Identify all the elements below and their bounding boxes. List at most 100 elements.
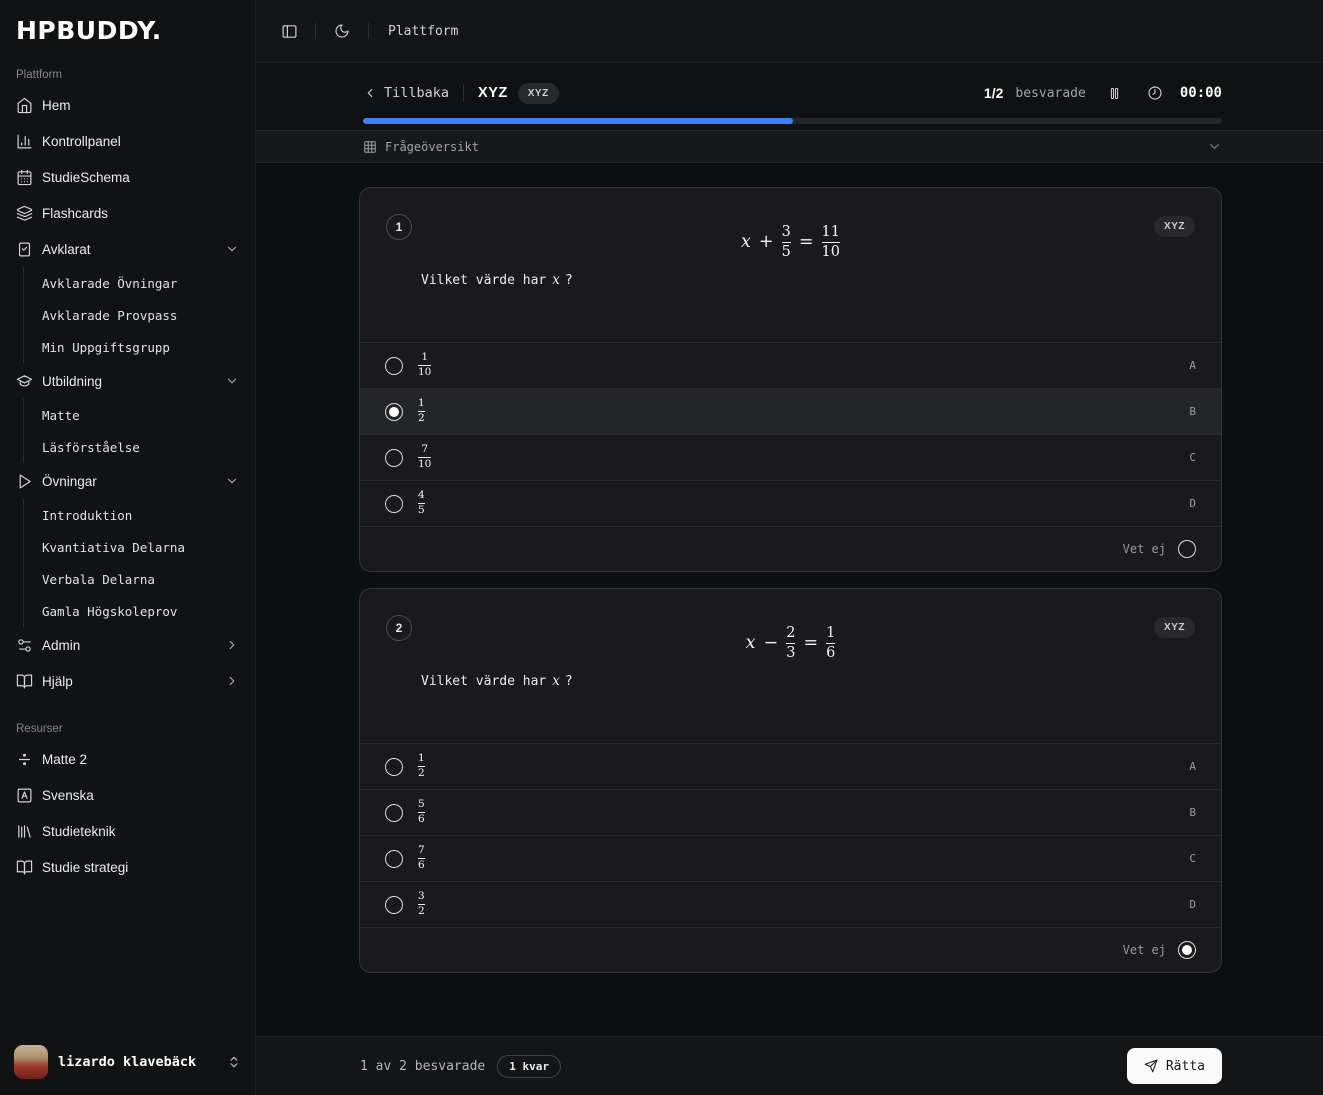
- user-menu[interactable]: lizardo klavebäck: [0, 1033, 255, 1095]
- sidebar-item-avklarade-ovningar[interactable]: Avklarade Övningar: [42, 267, 255, 299]
- sidebar-item-avklarat[interactable]: Avklarat: [0, 231, 255, 267]
- sidebar-item-avklarade-provpass[interactable]: Avklarade Provpass: [42, 299, 255, 331]
- math-variable: x: [552, 272, 560, 288]
- sidebar-item-label: Studie strategi: [42, 860, 128, 875]
- fraction-numerator: 3: [418, 891, 425, 903]
- sidebar-item-gamla-hogskoleprov[interactable]: Gamla Högskoleprov: [42, 595, 255, 627]
- remaining-badge: 1 kvar: [497, 1055, 561, 1078]
- option-row-c[interactable]: 7 10 C: [360, 434, 1221, 480]
- sidebar-item-studie-strategi[interactable]: Studie strategi: [0, 849, 255, 885]
- fraction-denominator: 6: [418, 814, 425, 826]
- fraction-bar: [826, 643, 835, 644]
- option-row-a[interactable]: 1 10 A: [360, 342, 1221, 388]
- math-equals: =: [799, 232, 814, 252]
- radio-unchecked[interactable]: [1178, 540, 1196, 558]
- sidebar-item-flashcards[interactable]: Flashcards: [0, 195, 255, 231]
- radio-unchecked[interactable]: [385, 896, 403, 914]
- quiz-title: XYZ: [478, 85, 508, 101]
- quiz-header: Tillbaka XYZ XYZ 1/2 besvarade 00:00: [256, 63, 1323, 130]
- radio-checked[interactable]: [1178, 941, 1196, 959]
- avatar: [14, 1045, 48, 1079]
- fraction-denominator: 2: [418, 413, 425, 425]
- fraction: 3 5: [782, 224, 791, 260]
- sidebar-item-lasforstaelse[interactable]: Läsförståelse: [42, 431, 255, 463]
- sidebar-item-introduktion[interactable]: Introduktion: [42, 499, 255, 531]
- math-variable: x: [741, 232, 751, 252]
- question-overview-toggle[interactable]: Frågeöversikt: [256, 130, 1323, 163]
- option-fraction: 7 10: [418, 444, 431, 470]
- prompt-text: Vilket värde har: [421, 273, 546, 288]
- math-operator: +: [759, 232, 774, 252]
- option-row-c[interactable]: 7 6 C: [360, 835, 1221, 881]
- sidebar-item-verbala-delarna[interactable]: Verbala Delarna: [42, 563, 255, 595]
- fraction: 11 10: [822, 224, 840, 260]
- panel-left-icon[interactable]: [276, 18, 302, 44]
- questions-scroll-area[interactable]: 1 XYZ x + 3 5 = 11: [256, 163, 1323, 1036]
- sidebar-section-platform: Plattform: [0, 69, 255, 81]
- question-number-badge: 2: [386, 615, 412, 641]
- fraction-denominator: 2: [418, 906, 425, 918]
- option-row-b[interactable]: 1 2 B: [360, 388, 1221, 434]
- option-fraction: 1 2: [418, 753, 425, 779]
- question-tag-badge: XYZ: [1154, 216, 1195, 237]
- answered-label: besvarade: [1015, 86, 1085, 101]
- equation: x + 3 5 = 11 10: [741, 224, 840, 260]
- fraction-numerator: 3: [782, 224, 791, 240]
- radio-unchecked[interactable]: [385, 495, 403, 513]
- submit-button[interactable]: Rätta: [1127, 1048, 1222, 1084]
- sidebar-item-studieteknik[interactable]: Studieteknik: [0, 813, 255, 849]
- sidebar-item-studieschema[interactable]: StudieSchema: [0, 159, 255, 195]
- sidebar-item-kvantiativa-delarna[interactable]: Kvantiativa Delarna: [42, 531, 255, 563]
- sidebar-item-label: Hem: [42, 98, 71, 113]
- sidebar-item-hjalp[interactable]: Hjälp: [0, 663, 255, 699]
- vet-ej-row[interactable]: Vet ej: [360, 526, 1221, 571]
- chevron-down-icon: [1207, 139, 1222, 154]
- option-row-d[interactable]: 3 2 D: [360, 881, 1221, 927]
- radio-unchecked[interactable]: [385, 758, 403, 776]
- sidebar-item-label: Utbildning: [42, 374, 102, 389]
- prompt-text: ?: [565, 273, 573, 288]
- sidebar-item-admin[interactable]: Admin: [0, 627, 255, 663]
- fraction-denominator: 10: [418, 367, 431, 379]
- app-logo: HPBUDDY.: [0, 0, 255, 45]
- option-row-d[interactable]: 4 5 D: [360, 480, 1221, 526]
- option-letter: D: [1189, 898, 1196, 911]
- fraction-numerator: 5: [418, 799, 425, 811]
- fraction-numerator: 11: [822, 224, 840, 240]
- sidebar-item-hem[interactable]: Hem: [0, 87, 255, 123]
- radio-unchecked[interactable]: [385, 804, 403, 822]
- fraction: 2 3: [786, 625, 795, 661]
- back-button[interactable]: Tillbaka: [363, 85, 449, 101]
- layers-icon: [16, 205, 33, 222]
- vet-ej-row[interactable]: Vet ej: [360, 927, 1221, 972]
- sidebar-item-utbildning[interactable]: Utbildning: [0, 363, 255, 399]
- breadcrumb: Plattform: [388, 24, 458, 39]
- moon-icon[interactable]: [329, 18, 355, 44]
- option-letter: C: [1189, 852, 1196, 865]
- sidebar-item-kontrollpanel[interactable]: Kontrollpanel: [0, 123, 255, 159]
- sidebar-item-label: Hjälp: [42, 674, 73, 689]
- sidebar-subnav-utbildning: Matte Läsförståelse: [23, 399, 255, 463]
- option-row-a[interactable]: 1 2 A: [360, 743, 1221, 789]
- sidebar-item-matte2[interactable]: Matte 2: [0, 741, 255, 777]
- option-row-b[interactable]: 5 6 B: [360, 789, 1221, 835]
- footer-bar: 1 av 2 besvarade 1 kvar Rätta: [256, 1036, 1323, 1095]
- radio-unchecked[interactable]: [385, 357, 403, 375]
- clock-icon: [1142, 80, 1168, 106]
- sidebar-item-label: Studieteknik: [42, 824, 116, 839]
- fraction: 1 6: [826, 625, 835, 661]
- pause-icon[interactable]: [1102, 80, 1128, 106]
- quiz-badge: XYZ: [518, 83, 559, 104]
- question-head: 2 XYZ x − 2 3 = 1: [360, 589, 1221, 743]
- fraction-denominator: 5: [418, 505, 425, 517]
- chevrons-up-down-icon: [227, 1055, 241, 1069]
- chevron-right-icon: [225, 674, 239, 688]
- radio-unchecked[interactable]: [385, 449, 403, 467]
- radio-unchecked[interactable]: [385, 850, 403, 868]
- sidebar-item-ovningar[interactable]: Övningar: [0, 463, 255, 499]
- radio-checked[interactable]: [385, 403, 403, 421]
- sidebar-item-svenska[interactable]: Svenska: [0, 777, 255, 813]
- sidebar-item-matte[interactable]: Matte: [42, 399, 255, 431]
- fraction-numerator: 4: [418, 490, 425, 502]
- sidebar-item-min-uppgiftsgrupp[interactable]: Min Uppgiftsgrupp: [42, 331, 255, 363]
